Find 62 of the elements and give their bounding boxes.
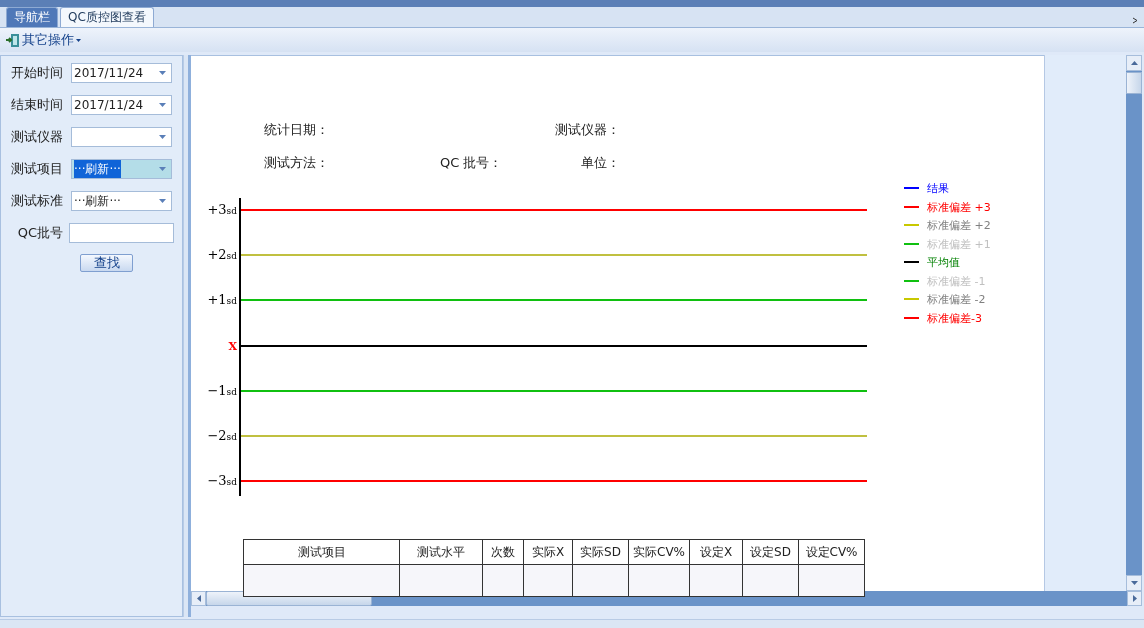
legend-label: 标准偏差 +1 — [927, 238, 991, 251]
axis-label: +3sd — [207, 202, 237, 217]
report-field-label: 测试仪器： — [554, 121, 620, 139]
legend-label: 标准偏差-3 — [927, 312, 982, 325]
column-header: 设定CV% — [798, 539, 865, 565]
axis-label: −2sd — [207, 428, 237, 443]
scroll-up-button[interactable] — [1126, 55, 1142, 71]
field-label: 测试仪器 — [10, 128, 64, 146]
field-label: QC批号 — [16, 224, 64, 242]
right-arrow-icon — [1132, 595, 1137, 602]
field-label: 测试项目 — [10, 160, 64, 178]
axis-label: −1sd — [207, 383, 237, 398]
dropdown-field[interactable]: 2017/11/24 — [71, 63, 172, 83]
report-field-label: 统计日期： — [264, 121, 330, 139]
down-arrow-icon — [1130, 581, 1138, 585]
column-header: 设定SD — [742, 539, 799, 565]
report-field-label: QC 批号： — [440, 153, 504, 172]
axis-label: +2sd — [207, 247, 237, 262]
field-label: 结束时间 — [10, 96, 64, 114]
column-header: 实际X — [523, 539, 573, 565]
other-actions-menu[interactable]: 其它操作 — [20, 30, 76, 50]
legend-label: 结果 — [927, 182, 949, 195]
tab[interactable]: QC质控图查看 — [60, 7, 154, 27]
report-field-label: 测试方法： — [264, 153, 330, 172]
legend-label: 标准偏差 +3 — [927, 201, 991, 214]
scroll-down-button[interactable] — [1126, 575, 1142, 591]
tab[interactable]: 导航栏 — [6, 7, 58, 27]
legend-label: 平均值 — [927, 256, 960, 269]
splitter-handle[interactable] — [183, 55, 191, 617]
report-field-label: 单位： — [580, 153, 620, 172]
field-label: 开始时间 — [10, 64, 64, 82]
legend-label: 标准偏差 +2 — [927, 219, 991, 232]
exit-door-icon — [6, 32, 20, 48]
caret-icon — [159, 135, 166, 139]
legend-label: 标准偏差 -2 — [927, 293, 986, 306]
scroll-left-button[interactable] — [191, 591, 206, 606]
caret-icon — [159, 199, 166, 203]
caret-icon — [159, 167, 166, 171]
scroll-thumb[interactable] — [1126, 72, 1142, 94]
input-field[interactable] — [69, 223, 174, 243]
up-arrow-icon — [1130, 61, 1138, 65]
dropdown-field[interactable] — [71, 127, 172, 147]
column-header: 测试水平 — [399, 539, 483, 565]
dropdown-field[interactable]: ···刷新··· — [71, 191, 172, 211]
scroll-right-button[interactable] — [1127, 591, 1142, 606]
left-arrow-icon — [196, 595, 201, 602]
column-header: 测试项目 — [243, 539, 400, 565]
legend-label: 标准偏差 -1 — [927, 275, 986, 288]
search-button[interactable]: 查找 — [80, 254, 133, 272]
column-header: 实际CV% — [628, 539, 690, 565]
caret-icon — [159, 71, 166, 75]
dropdown-field[interactable]: ···刷新··· — [71, 159, 172, 179]
field-label: 测试标准 — [10, 192, 64, 210]
caret-icon — [76, 38, 81, 42]
dropdown-field[interactable]: 2017/11/24 — [71, 95, 172, 115]
column-header: 设定X — [689, 539, 743, 565]
caret-icon — [159, 103, 166, 107]
axis-label: −3sd — [207, 473, 237, 488]
axis-label: +1sd — [207, 292, 237, 307]
column-header: 实际SD — [572, 539, 629, 565]
axis-label: X — [228, 340, 237, 353]
column-header: 次数 — [482, 539, 524, 565]
